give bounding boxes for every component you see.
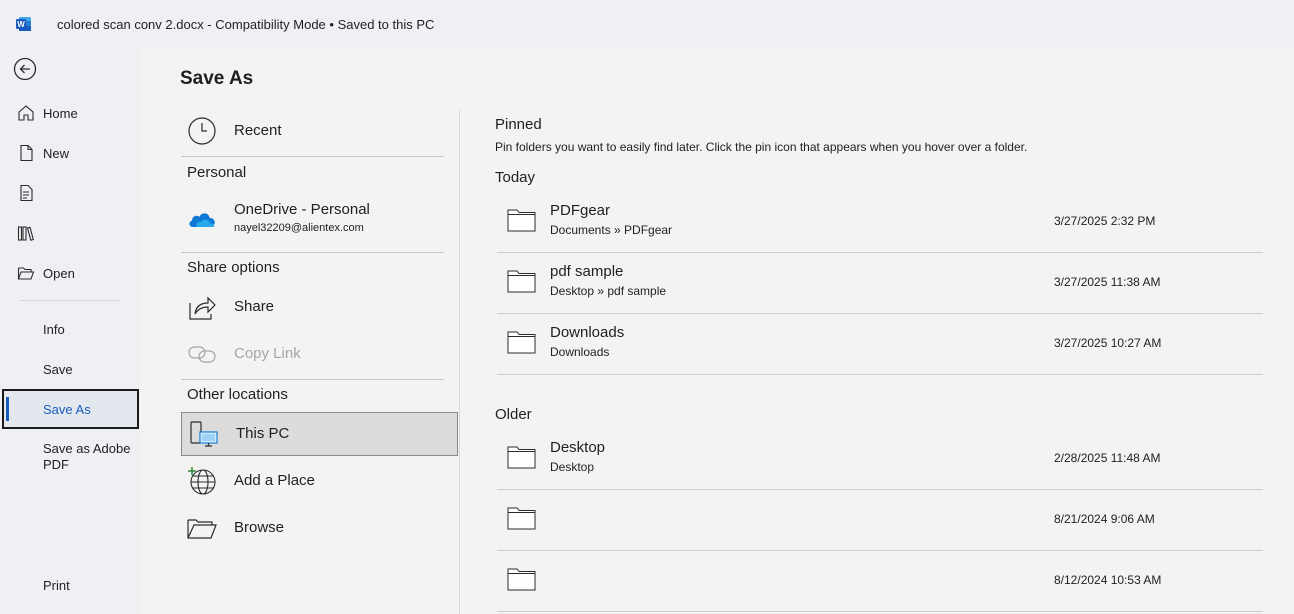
pinned-description: Pin folders you want to easily find late… xyxy=(495,140,1028,154)
folder-icon xyxy=(507,331,536,354)
link-icon xyxy=(188,346,216,363)
nav-save-as-adobe-pdf-label: Save as Adobe PDF xyxy=(43,441,131,472)
nav-templates[interactable] xyxy=(0,173,140,213)
folder-row[interactable]: Downloads Downloads 3/27/2025 10:27 AM xyxy=(497,314,1263,375)
folder-icon xyxy=(507,209,536,232)
word-logo-icon: W xyxy=(16,17,31,31)
page-title: Save As xyxy=(180,68,254,89)
folder-row[interactable]: Desktop Desktop 2/28/2025 11:48 AM xyxy=(497,429,1263,490)
folder-row[interactable]: 8/12/2024 10:53 AM xyxy=(497,551,1263,612)
svg-text:W: W xyxy=(17,20,25,29)
location-share[interactable]: Share xyxy=(180,286,458,330)
folder-icon xyxy=(507,270,536,293)
folder-icon xyxy=(507,507,536,530)
section-personal: Personal xyxy=(187,164,247,181)
nav-info-label: Info xyxy=(43,321,65,337)
older-heading: Older xyxy=(495,406,532,423)
nav-new[interactable]: New xyxy=(0,133,140,173)
nav-print-label: Print xyxy=(43,577,70,593)
nav-save-as[interactable]: Save As xyxy=(2,389,139,429)
new-document-icon xyxy=(20,144,33,162)
divider xyxy=(181,156,444,157)
nav-open[interactable]: Open xyxy=(0,253,140,293)
location-this-pc[interactable]: This PC xyxy=(181,412,458,456)
folder-row[interactable]: pdf sample Desktop » pdf sample 3/27/202… xyxy=(497,253,1263,314)
location-browse[interactable]: Browse xyxy=(180,507,458,551)
location-browse-label: Browse xyxy=(234,519,285,536)
folder-date: 3/27/2025 2:32 PM xyxy=(1054,214,1156,228)
folder-date: 3/27/2025 11:38 AM xyxy=(1054,275,1161,289)
today-heading: Today xyxy=(495,169,536,186)
nav-save-as-adobe-pdf[interactable]: Save as Adobe PDF xyxy=(0,435,140,479)
nav-print[interactable]: Print xyxy=(0,565,140,605)
nav-new-label: New xyxy=(43,145,70,161)
location-onedrive-email: nayel32209@alientex.com xyxy=(234,222,364,234)
pinned-heading: Pinned xyxy=(495,116,542,133)
folder-date: 8/21/2024 9:06 AM xyxy=(1054,512,1155,526)
templates-icon xyxy=(20,184,33,202)
library-icon xyxy=(17,226,34,241)
nav-info[interactable]: Info xyxy=(0,309,140,349)
folder-path: Desktop xyxy=(550,460,595,474)
document-title: colored scan conv 2.docx - Compatibility… xyxy=(57,17,435,32)
folder-row[interactable]: 8/21/2024 9:06 AM xyxy=(497,490,1263,551)
share-icon xyxy=(189,296,216,320)
nav-home[interactable]: Home xyxy=(0,93,140,133)
nav-save-as-label: Save As xyxy=(43,401,91,417)
nav-save-label: Save xyxy=(43,361,73,377)
folder-date: 3/27/2025 10:27 AM xyxy=(1054,336,1162,350)
nav-divider xyxy=(20,300,120,301)
nav-library[interactable] xyxy=(0,213,140,253)
section-other-locations: Other locations xyxy=(187,386,288,403)
location-this-pc-label: This PC xyxy=(236,425,290,442)
folder-open-icon xyxy=(17,267,35,280)
onedrive-cloud-icon xyxy=(189,213,215,227)
column-divider xyxy=(459,110,460,614)
folder-icon xyxy=(507,568,536,591)
folder-row[interactable]: PDFgear Documents » PDFgear 3/27/2025 2:… xyxy=(497,192,1263,253)
location-recent[interactable]: Recent xyxy=(180,110,458,154)
divider xyxy=(181,252,444,253)
section-share-options: Share options xyxy=(187,259,280,276)
location-recent-label: Recent xyxy=(234,122,282,139)
divider xyxy=(181,379,444,380)
folder-path: Documents » PDFgear xyxy=(550,223,673,237)
location-copy-link[interactable]: Copy Link xyxy=(180,333,458,377)
location-copy-link-label: Copy Link xyxy=(234,345,301,362)
folder-path: Desktop » pdf sample xyxy=(550,284,667,298)
folder-icon xyxy=(507,446,536,469)
this-pc-icon xyxy=(190,421,218,447)
folder-name: Downloads xyxy=(550,324,625,341)
location-add-a-place[interactable]: Add a Place xyxy=(180,460,458,504)
save-as-panel: Save As Recent Personal OneDrive - Perso… xyxy=(140,48,1294,614)
location-share-label: Share xyxy=(234,298,275,315)
folder-browse-icon xyxy=(187,519,217,539)
title-bar: W colored scan conv 2.docx - Compatibili… xyxy=(0,0,1294,48)
location-add-a-place-label: Add a Place xyxy=(234,472,315,489)
clock-icon xyxy=(188,117,216,145)
globe-add-icon xyxy=(188,467,216,495)
nav-save[interactable]: Save xyxy=(0,349,140,389)
folder-path: Downloads xyxy=(550,345,610,359)
folder-date: 2/28/2025 11:48 AM xyxy=(1054,451,1161,465)
home-icon xyxy=(18,105,34,121)
location-onedrive[interactable]: OneDrive - Personal nayel32209@alientex.… xyxy=(180,196,458,244)
folder-date: 8/12/2024 10:53 AM xyxy=(1054,573,1162,587)
nav-open-label: Open xyxy=(43,265,75,281)
folder-name: pdf sample xyxy=(550,263,624,280)
folder-name: Desktop xyxy=(550,439,606,456)
back-arrow-icon[interactable] xyxy=(13,57,37,81)
nav-home-label: Home xyxy=(43,105,78,121)
location-onedrive-label: OneDrive - Personal xyxy=(234,201,370,218)
backstage-nav: Home New Open Info Save Save As Save as … xyxy=(0,48,140,614)
folder-name: PDFgear xyxy=(550,202,611,219)
